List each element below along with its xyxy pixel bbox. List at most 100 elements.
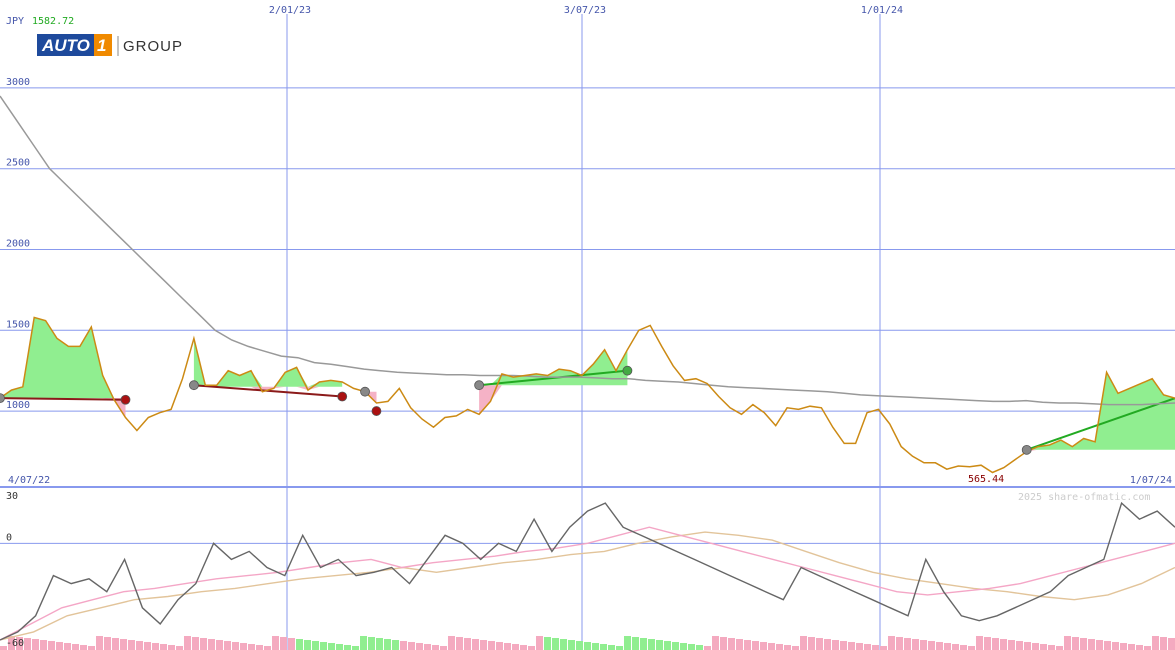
volume-bar <box>672 642 679 650</box>
volume-bar <box>816 638 823 650</box>
volume-bar <box>432 645 439 650</box>
volume-bar <box>1000 639 1007 650</box>
trade-marker <box>189 380 199 391</box>
volume-bar <box>88 646 95 650</box>
volume-bar <box>512 644 519 650</box>
volume-bar <box>856 643 863 650</box>
volume-bar <box>216 640 223 650</box>
volume-bar <box>848 642 855 650</box>
volume-bar <box>496 642 503 650</box>
volume-bar <box>56 642 63 650</box>
trade-marker <box>120 394 131 405</box>
volume-bar <box>936 642 943 650</box>
volume-bar <box>144 642 151 650</box>
volume-bar <box>792 646 799 650</box>
osc-tick-label: 30 <box>6 491 18 502</box>
osc-tick-label: -60 <box>6 638 24 649</box>
volume-bar <box>1032 643 1039 650</box>
brand-suffix: GROUP <box>123 38 183 55</box>
volume-bar <box>1048 645 1055 650</box>
trade-marker <box>371 406 382 416</box>
volume-bar <box>48 641 55 650</box>
volume-bar <box>152 643 159 650</box>
volume-bar <box>784 645 791 650</box>
volume-bar <box>96 636 103 650</box>
volume-bar <box>800 636 807 650</box>
volume-bar <box>304 640 311 650</box>
volume-bar <box>568 640 575 650</box>
volume-bar <box>1168 638 1175 650</box>
volume-bar <box>456 637 463 650</box>
volume-bar <box>392 640 399 650</box>
volume-bar <box>224 641 231 650</box>
osc-tick-label: 0 <box>6 532 12 543</box>
volume-bar <box>712 636 719 650</box>
x-tick-label: 2/01/23 <box>269 5 311 16</box>
volume-bar <box>112 638 119 650</box>
trade-marker <box>622 365 633 376</box>
brand-number: 1 <box>97 36 106 55</box>
oscillator-line <box>0 501 1175 641</box>
volume-bar <box>440 646 447 650</box>
volume-bar <box>696 645 703 650</box>
volume-bar <box>1104 641 1111 650</box>
volume-bar <box>560 639 567 650</box>
volume-bar <box>768 643 775 650</box>
volume-bar <box>968 646 975 650</box>
volume-bar <box>536 636 543 650</box>
volume-bar <box>688 644 695 650</box>
series-lines <box>0 95 1175 641</box>
volume-bar <box>360 636 367 650</box>
volume-bar <box>1096 640 1103 650</box>
volume-bar <box>184 636 191 650</box>
volume-bar <box>984 637 991 650</box>
volume-bar <box>728 638 735 650</box>
y-tick-label: 3000 <box>6 77 30 88</box>
loss-area <box>479 385 628 415</box>
volume-bar <box>328 643 335 650</box>
volume-bar <box>776 644 783 650</box>
volume-bar <box>584 642 591 650</box>
watermark: 2025 share-ofmatic.com <box>1018 492 1150 503</box>
volume-bar <box>32 639 39 650</box>
volume-bar <box>352 646 359 650</box>
volume-bar <box>256 645 263 650</box>
volume-bar <box>520 645 527 650</box>
volume-bar <box>24 638 31 650</box>
x-tick-label: 3/07/23 <box>564 5 606 16</box>
volume-bar <box>208 639 215 650</box>
volume-bar <box>384 639 391 650</box>
volume-bar <box>544 637 551 650</box>
volume-bar <box>944 643 951 650</box>
brand-main: AUTO <box>41 36 90 55</box>
volume-bar <box>280 637 287 650</box>
x-tick-label: 1/07/24 <box>1130 475 1172 486</box>
volume-bar <box>1008 640 1015 650</box>
price-line <box>0 316 1175 474</box>
volume-bar <box>416 643 423 650</box>
min-price-label: 565.44 <box>968 474 1004 485</box>
volume-bar <box>928 641 935 650</box>
volume-bar <box>608 645 615 650</box>
volume-bar <box>528 646 535 650</box>
volume-bar <box>1016 641 1023 650</box>
volume-bar <box>424 644 431 650</box>
osc-signal-tan-line <box>0 531 1175 641</box>
volume-bar <box>976 636 983 650</box>
volume-bar <box>680 643 687 650</box>
volume-bar <box>648 639 655 650</box>
volume-bar <box>464 638 471 650</box>
volume-bar <box>1160 637 1167 650</box>
volume-bar <box>552 638 559 650</box>
volume-bar <box>1128 644 1135 650</box>
volume-bar <box>952 644 959 650</box>
volume-bar <box>888 636 895 650</box>
volume-bar <box>160 644 167 650</box>
volume-bar <box>480 640 487 650</box>
currency-label: JPY <box>6 16 24 27</box>
volume-bar <box>624 636 631 650</box>
trade-marker <box>337 391 348 402</box>
volume-bar <box>736 639 743 650</box>
brand-logo: AUTO 1 GROUP <box>37 34 183 56</box>
y-tick-label: 1000 <box>6 400 30 411</box>
